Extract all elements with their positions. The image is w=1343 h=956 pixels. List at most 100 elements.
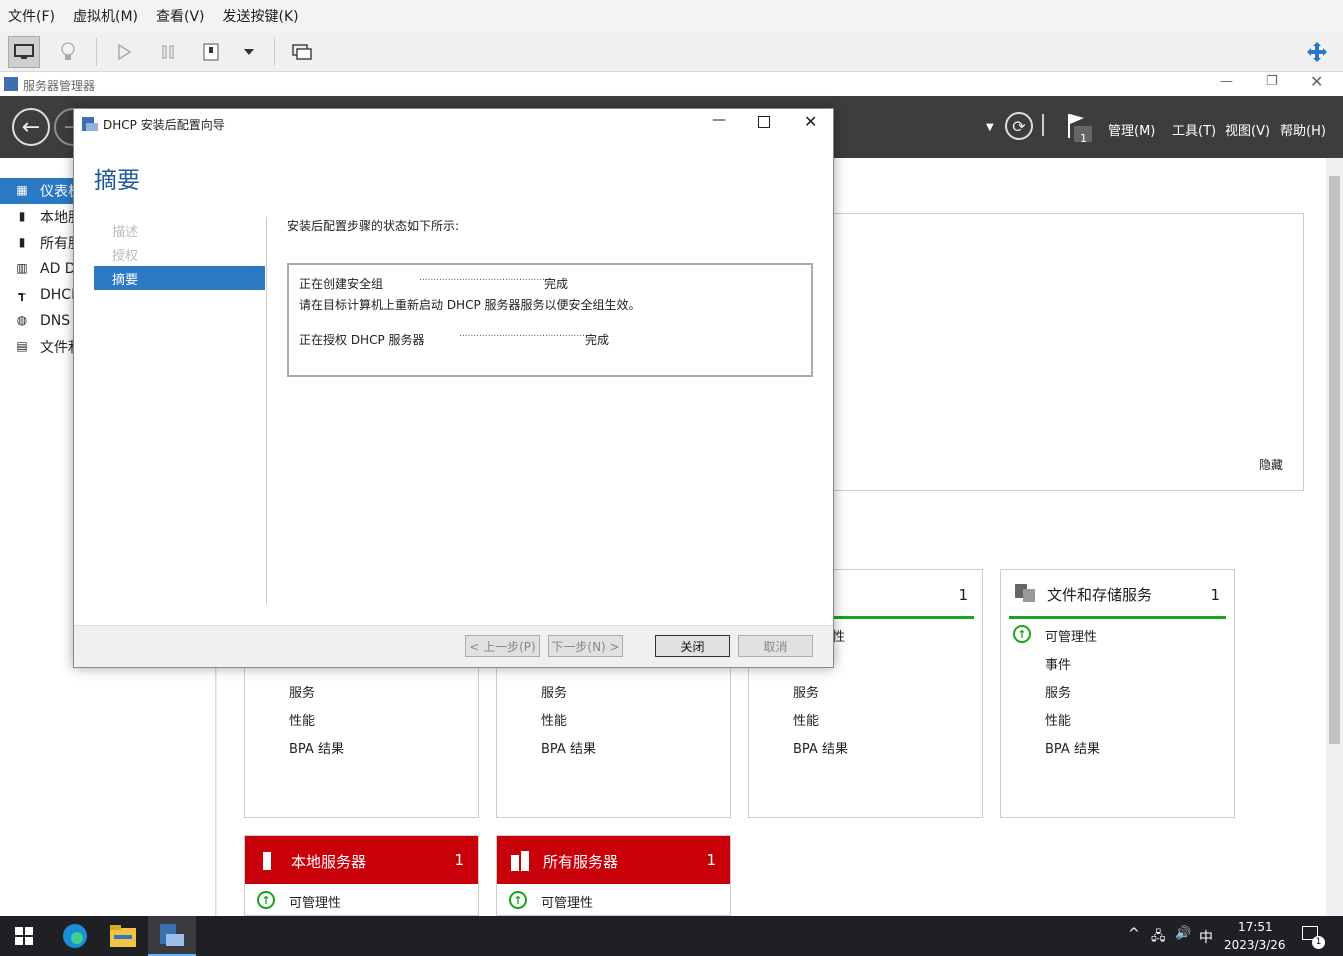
menu-view[interactable]: 查看(V) xyxy=(156,6,205,26)
clock-date[interactable]: 2023/3/26 xyxy=(1224,938,1286,952)
tile-row-bpa[interactable]: BPA 结果 xyxy=(541,738,596,757)
dhcp-wizard-dialog: DHCP 安装后配置向导 — ✕ 摘要 描述 授权 摘要 安装后配置步骤的状态如… xyxy=(73,108,834,668)
close-icon[interactable]: ✕ xyxy=(1310,72,1323,91)
chevron-down-icon[interactable] xyxy=(233,36,265,68)
flag-count: 1 xyxy=(1080,132,1087,145)
menu-send-keys[interactable]: 发送按键(K) xyxy=(223,6,299,26)
next-button[interactable]: 下一步(N) > xyxy=(548,635,623,657)
role-tile-file-storage[interactable]: 文件和存储服务 1 ↑ 可管理性 事件 服务 性能 BPA 结果 xyxy=(1000,569,1235,818)
menu-file[interactable]: 文件(F) xyxy=(8,6,55,26)
tile-all-servers[interactable]: 所有服务器 1 ↑ 可管理性 xyxy=(496,835,731,916)
sm-window-titlebar: 服务器管理器 — ❐ ✕ xyxy=(0,72,1343,96)
task-dots: ........................................… xyxy=(459,329,591,339)
quick-start-panel: 隐藏 xyxy=(830,213,1304,491)
vm-menu-bar: 文件(F) 虚拟机(M) 查看(V) 发送按键(K) xyxy=(0,0,1343,32)
file-storage-icon: ▤ xyxy=(16,339,28,353)
cancel-button[interactable]: 取消 xyxy=(738,635,813,657)
dialog-body: 摘要 描述 授权 摘要 安装后配置步骤的状态如下所示: 正在创建安全组 ....… xyxy=(74,139,833,625)
tile-row-services[interactable]: 服务 xyxy=(1045,682,1071,701)
page-title: 摘要 xyxy=(94,168,140,194)
task-create-group: 正在创建安全组 xyxy=(299,277,384,291)
minimize-icon[interactable]: — xyxy=(1220,74,1233,89)
minimize-icon[interactable]: — xyxy=(712,112,726,128)
tile-row-performance[interactable]: 性能 xyxy=(793,710,819,729)
pause-icon[interactable] xyxy=(152,36,184,68)
tile-row-bpa[interactable]: BPA 结果 xyxy=(289,738,344,757)
step-summary[interactable]: 摘要 xyxy=(94,266,265,290)
tile-title: 所有服务器 xyxy=(543,853,619,871)
chevron-up-icon[interactable]: ^ xyxy=(1128,926,1140,942)
close-button[interactable]: 关闭 xyxy=(655,635,730,657)
ok-status-icon: ↑ xyxy=(1013,625,1031,643)
tile-row-events[interactable]: 事件 xyxy=(1045,654,1071,673)
menu-view[interactable]: 视图(V) xyxy=(1225,120,1270,139)
tile-count: 1 xyxy=(706,851,716,869)
tile-title: 文件和存储服务 xyxy=(1047,586,1153,604)
scrollbar-thumb[interactable] xyxy=(1329,176,1340,744)
file-storage-icon xyxy=(1015,584,1035,602)
network-icon[interactable]: 🖧 xyxy=(1151,927,1166,949)
tile-row-manageability[interactable]: 可管理性 xyxy=(541,892,593,911)
server-icon xyxy=(263,852,271,870)
move-icon[interactable] xyxy=(1301,36,1333,68)
tile-title: 本地服务器 xyxy=(291,853,367,871)
menu-manage[interactable]: 管理(M) xyxy=(1108,120,1155,139)
tile-count: 1 xyxy=(454,851,464,869)
tile-row-bpa[interactable]: BPA 结果 xyxy=(1045,738,1100,757)
close-icon[interactable]: ✕ xyxy=(804,112,817,131)
task-status: 完成 xyxy=(585,333,610,347)
step-description[interactable]: 描述 xyxy=(94,218,265,242)
edge-icon[interactable] xyxy=(51,916,99,956)
intro-text: 安装后配置步骤的状态如下所示: xyxy=(287,219,460,233)
dhcp-icon: ┱ xyxy=(18,287,26,301)
menu-help[interactable]: 帮助(H) xyxy=(1280,120,1326,139)
tile-local-server[interactable]: 本地服务器 1 ↑ 可管理性 xyxy=(244,835,479,916)
tile-row-services[interactable]: 服务 xyxy=(289,682,315,701)
status-box: 正在创建安全组 ................................… xyxy=(287,263,813,377)
wizard-icon xyxy=(82,117,98,131)
tile-row-performance[interactable]: 性能 xyxy=(1045,710,1071,729)
notification-count: 1 xyxy=(1312,936,1325,949)
ad-ds-icon: ▥ xyxy=(16,261,28,275)
power-icon[interactable] xyxy=(195,36,227,68)
play-icon[interactable] xyxy=(108,36,140,68)
menu-vm[interactable]: 虚拟机(M) xyxy=(73,6,138,26)
tile-row-manageability[interactable]: 可管理性 xyxy=(289,892,341,911)
divider xyxy=(266,217,267,605)
tile-row-bpa[interactable]: BPA 结果 xyxy=(793,738,848,757)
volume-icon[interactable]: 🔊 xyxy=(1175,926,1191,941)
hide-link[interactable]: 隐藏 xyxy=(1259,456,1283,473)
prev-button[interactable]: < 上一步(P) xyxy=(465,635,540,657)
restore-icon[interactable]: ❐ xyxy=(1266,74,1278,89)
tile-row-services[interactable]: 服务 xyxy=(793,682,819,701)
task-dots: ........................................… xyxy=(419,273,551,283)
vertical-scrollbar[interactable] xyxy=(1326,158,1343,916)
menu-tools[interactable]: 工具(T) xyxy=(1172,120,1216,139)
tile-row-performance[interactable]: 性能 xyxy=(289,710,315,729)
ok-status-icon: ↑ xyxy=(257,891,275,909)
servers-icon: ▮ xyxy=(18,235,26,249)
refresh-icon[interactable]: ⟳ xyxy=(1005,112,1033,140)
task-status: 完成 xyxy=(544,277,569,291)
ime-indicator[interactable]: 中 xyxy=(1199,927,1213,947)
tile-row-services[interactable]: 服务 xyxy=(541,682,567,701)
tile-row-performance[interactable]: 性能 xyxy=(541,710,567,729)
clock-time[interactable]: 17:51 xyxy=(1238,920,1273,934)
task-note: 请在目标计算机上重新启动 DHCP 服务器服务以便安全组生效。 xyxy=(299,298,641,312)
server-manager-icon xyxy=(4,77,18,91)
tile-row-manageability[interactable]: 可管理性 xyxy=(1045,626,1097,645)
tile-count: 1 xyxy=(1210,586,1220,604)
step-authorization[interactable]: 授权 xyxy=(94,242,265,266)
back-icon[interactable]: ← xyxy=(12,108,50,146)
dashboard-icon: ▦ xyxy=(16,183,28,197)
fullscreen-icon[interactable] xyxy=(286,36,318,68)
maximize-icon[interactable] xyxy=(758,116,770,128)
start-icon[interactable] xyxy=(0,916,48,956)
console-view-icon[interactable] xyxy=(8,36,40,68)
server-manager-taskbar-icon[interactable] xyxy=(148,916,196,956)
file-explorer-icon[interactable] xyxy=(99,916,147,956)
task-authorize: 正在授权 DHCP 服务器 xyxy=(299,333,425,347)
sm-window-title: 服务器管理器 xyxy=(23,79,96,93)
chevron-down-icon[interactable]: ▼ xyxy=(986,122,994,133)
lightbulb-icon[interactable] xyxy=(52,36,84,68)
